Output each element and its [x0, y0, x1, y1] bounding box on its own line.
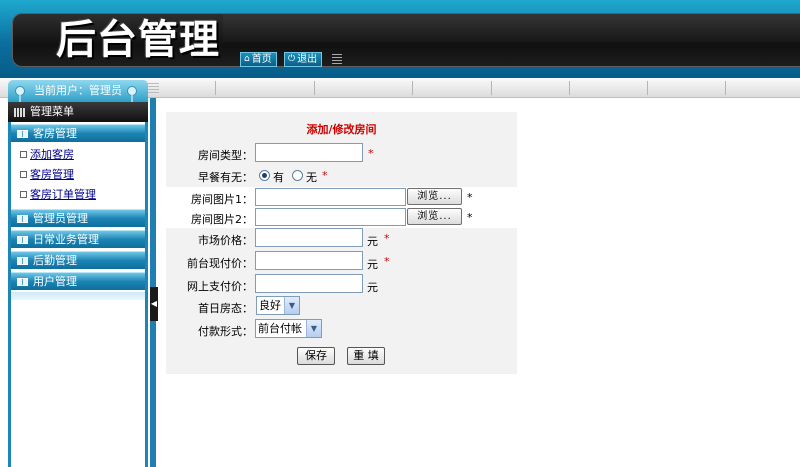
sidebar-category-logistics[interactable]: 后勤管理: [11, 251, 145, 269]
image1-label: 房间图片1：: [191, 193, 253, 206]
list-icon: [332, 54, 342, 65]
exit-label: 退出: [297, 54, 318, 65]
payment-label: 付款形式：: [198, 325, 253, 338]
sidebar-item-add-room[interactable]: 添加客房: [20, 146, 74, 162]
online-price-label: 网上支付价：: [187, 280, 253, 293]
breakfast-yes-label: 有: [273, 171, 284, 184]
market-price-input[interactable]: [255, 228, 363, 247]
power-icon: ⏻: [288, 54, 296, 64]
required-mark: *: [322, 169, 328, 182]
unit-label: 元: [367, 258, 378, 271]
row-first-day-status: 首日房态： 良好 ▼: [166, 296, 517, 317]
breakfast-no-radio[interactable]: [292, 170, 303, 181]
first-day-status-select[interactable]: 良好 ▼: [256, 296, 300, 315]
room-type-input[interactable]: [255, 143, 363, 162]
room-form: 添加/修改房间 房间类型： * 早餐有无： 有 无 * 房间图片1： 浏览...…: [166, 112, 517, 374]
row-online-price: 网上支付价： 元: [166, 274, 517, 295]
required-mark: *: [467, 191, 473, 204]
room-type-label: 房间类型：: [198, 149, 253, 162]
home-label: 首页: [251, 54, 272, 65]
row-payment: 付款形式： 前台付帐 ▼: [166, 319, 517, 340]
bullet-icon: [20, 170, 27, 178]
row-front-price: 前台现付价： 元 *: [166, 251, 517, 272]
breakfast-yes-radio[interactable]: [259, 170, 270, 181]
sidebar-category-users[interactable]: 用户管理: [11, 272, 145, 290]
breakfast-label: 早餐有无：: [198, 171, 253, 184]
menu-grid-icon: [14, 108, 25, 117]
sidebar-item-label: 客房管理: [30, 168, 74, 181]
category-label: 日常业务管理: [33, 233, 99, 246]
required-mark: *: [384, 255, 390, 268]
sidebar-item-label: 添加客房: [30, 148, 74, 161]
home-button[interactable]: ⌂ 首页: [240, 52, 277, 67]
chevron-down-icon: ▼: [306, 320, 321, 337]
form-title: 添加/修改房间: [306, 123, 377, 136]
first-day-status-label: 首日房态：: [198, 302, 253, 315]
pin-icon: [15, 86, 25, 105]
book-icon: [17, 130, 28, 138]
required-mark: *: [384, 232, 390, 245]
home-icon: ⌂: [244, 54, 250, 64]
book-icon: [17, 215, 28, 223]
current-user-bar: 当前用户：管理员: [8, 80, 148, 105]
sidebar-category-daily[interactable]: 日常业务管理: [11, 230, 145, 248]
category-label: 客房管理: [33, 127, 77, 140]
sidebar-item-label: 客房订单管理: [30, 188, 96, 201]
sidebar-splitter[interactable]: [150, 98, 156, 467]
payment-select[interactable]: 前台付帐 ▼: [255, 319, 322, 338]
row-breakfast: 早餐有无： 有 无 *: [166, 165, 517, 186]
bullet-icon: [20, 150, 27, 158]
sidebar: 当前用户：管理员 管理菜单 客房管理 添加客房 客房管理 客房订单管理 管理员管…: [8, 80, 148, 467]
front-price-input[interactable]: [255, 251, 363, 270]
image2-browse-button[interactable]: 浏览...: [407, 208, 462, 225]
row-market-price: 市场价格： 元 *: [166, 228, 517, 249]
book-icon: [17, 236, 28, 244]
row-image2: 房间图片2： 浏览... *: [166, 207, 517, 228]
header: 后台管理 ⌂ 首页 ⏻ 退出: [0, 0, 800, 78]
exit-button[interactable]: ⏻ 退出: [284, 52, 323, 67]
save-button[interactable]: 保存: [297, 347, 335, 365]
strip-list-icon: [147, 83, 159, 95]
sidebar-category-rooms[interactable]: 客房管理: [11, 124, 145, 142]
category-label: 用户管理: [33, 275, 77, 288]
payment-value: 前台付帐: [258, 322, 302, 335]
row-room-type: 房间类型： *: [166, 143, 517, 164]
sidebar-item-room-orders[interactable]: 客房订单管理: [20, 186, 96, 202]
pin-icon: [127, 86, 137, 105]
online-price-input[interactable]: [255, 274, 363, 293]
category-label: 后勤管理: [33, 254, 77, 267]
first-day-status-value: 良好: [259, 299, 281, 312]
book-icon: [17, 257, 28, 265]
sidebar-category-admins[interactable]: 管理员管理: [11, 209, 145, 227]
image2-file-input[interactable]: [255, 208, 406, 226]
market-price-label: 市场价格：: [198, 234, 253, 247]
collapse-arrow-icon[interactable]: ◀: [150, 287, 158, 321]
bullet-icon: [20, 190, 27, 198]
unit-label: 元: [367, 235, 378, 248]
sidebar-item-room-management[interactable]: 客房管理: [20, 166, 74, 182]
category-label: 管理员管理: [33, 212, 88, 225]
row-image1: 房间图片1： 浏览... *: [166, 187, 517, 208]
image1-browse-button[interactable]: 浏览...: [407, 188, 462, 205]
image2-label: 房间图片2：: [191, 213, 253, 226]
front-price-label: 前台现付价：: [187, 257, 253, 270]
menu-title: 管理菜单: [30, 105, 74, 118]
sidebar-divider: [11, 292, 145, 300]
unit-label: 元: [367, 281, 378, 294]
book-icon: [17, 278, 28, 286]
required-mark: *: [467, 211, 473, 224]
breakfast-no-label: 无: [306, 171, 317, 184]
required-mark: *: [368, 147, 374, 160]
app-title: 后台管理: [56, 17, 220, 63]
chevron-down-icon: ▼: [284, 297, 299, 314]
reset-button[interactable]: 重 填: [347, 347, 385, 365]
image1-file-input[interactable]: [255, 188, 406, 206]
menu-header: 管理菜单: [8, 102, 148, 122]
current-user: 当前用户：管理员: [34, 84, 122, 97]
